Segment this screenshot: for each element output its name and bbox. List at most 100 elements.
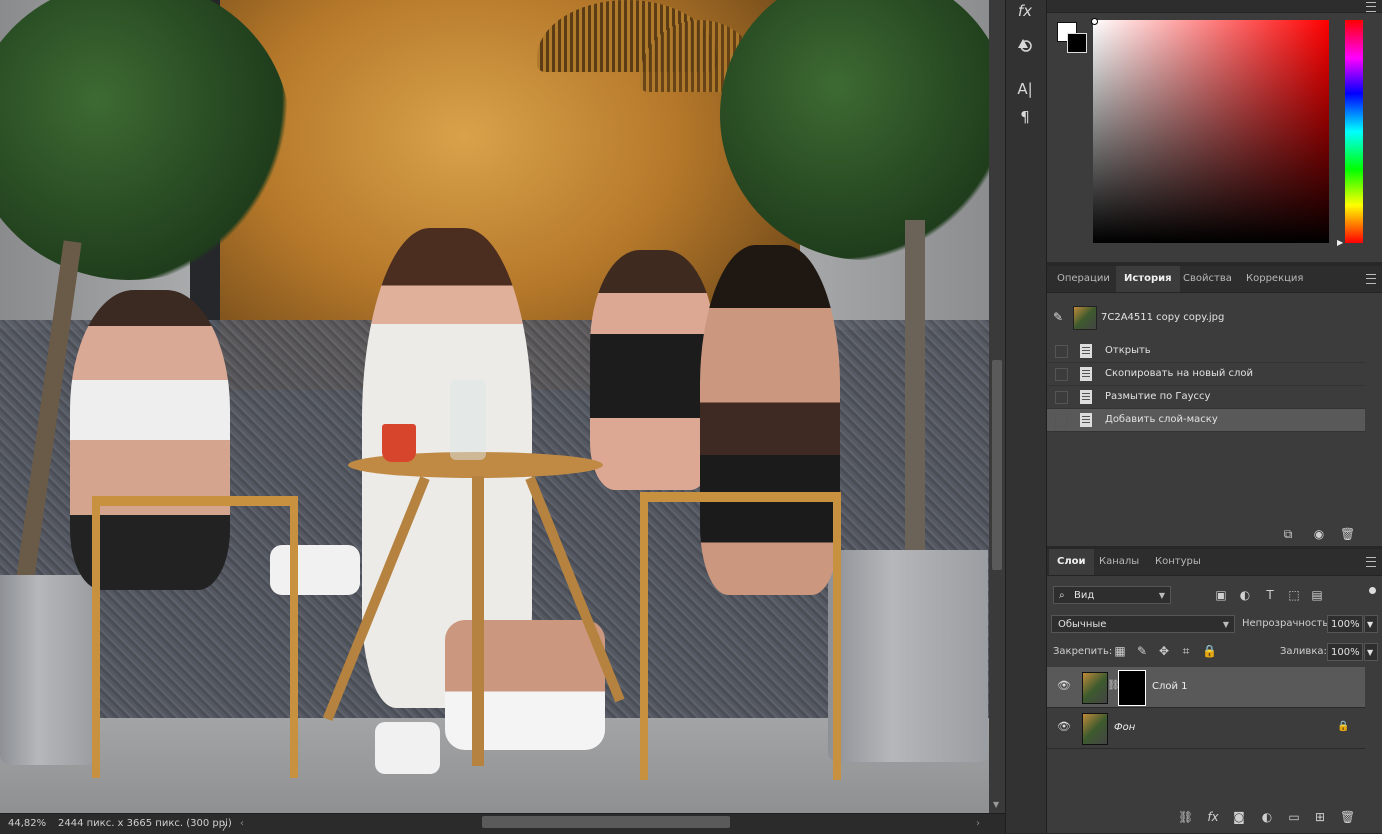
snapshot-name[interactable]: 7C2A4511 copy copy.jpg	[1101, 312, 1224, 323]
photo-drink	[382, 424, 416, 462]
tab-paths[interactable]: Контуры	[1147, 549, 1209, 575]
saturation-value-field[interactable]	[1093, 20, 1329, 243]
new-group-folder-icon[interactable]: ▭	[1287, 810, 1301, 824]
snapshot-thumbnail[interactable]	[1073, 306, 1097, 330]
hue-slider-handle-icon[interactable]: ▶	[1337, 238, 1343, 247]
layers-panel-tabs: Слои Каналы Контуры	[1047, 549, 1382, 576]
color-panel-menu-icon[interactable]	[1366, 2, 1376, 12]
filter-type-icon[interactable]: T	[1263, 588, 1277, 602]
zoom-level[interactable]: 44,82%	[8, 818, 46, 829]
photo-sneaker	[375, 722, 440, 774]
document-icon	[1080, 413, 1092, 427]
lock-brush-icon[interactable]: ✎	[1135, 644, 1149, 658]
photo-trunk-right	[905, 220, 925, 560]
photo-vase	[450, 380, 486, 460]
history-step-label: Скопировать на новый слой	[1105, 368, 1254, 379]
tab-adjustments[interactable]: Коррекция	[1238, 266, 1311, 292]
new-document-from-state-icon[interactable]: ⧉	[1281, 527, 1295, 541]
trash-icon[interactable]: 🗑	[1340, 810, 1355, 824]
tab-actions[interactable]: Операции	[1049, 266, 1118, 292]
document-canvas[interactable]	[0, 0, 989, 813]
opacity-input[interactable]: 100%	[1327, 615, 1363, 633]
link-layers-icon[interactable]: ⛓	[1178, 810, 1193, 824]
photo-person-3	[590, 250, 715, 490]
tab-layers[interactable]: Слои	[1049, 549, 1094, 575]
history-panel-menu-icon[interactable]	[1366, 274, 1376, 284]
photo-table-leg	[472, 476, 484, 766]
document-icon	[1080, 390, 1092, 404]
history-step[interactable]: Открыть	[1047, 340, 1365, 363]
background-color-swatch[interactable]	[1067, 33, 1087, 53]
new-layer-icon[interactable]: ⊞	[1313, 810, 1327, 824]
history-step-label: Добавить слой-маску	[1105, 414, 1218, 425]
trash-icon[interactable]: 🗑	[1340, 527, 1355, 541]
photo-pot-left	[0, 575, 95, 765]
fill-dropdown-icon[interactable]: ▼	[1364, 643, 1378, 661]
eye-visibility-icon[interactable]: 👁	[1057, 680, 1071, 692]
lock-icon[interactable]: 🔒	[1337, 721, 1349, 732]
layer-thumbnail[interactable]	[1082, 672, 1108, 704]
lock-artboard-icon[interactable]: ⌗	[1179, 644, 1193, 658]
history-step-selected[interactable]: Добавить слой-маску	[1047, 409, 1365, 432]
add-mask-icon[interactable]: ◙	[1232, 810, 1246, 824]
filter-smart-object-icon[interactable]: ▤	[1310, 588, 1324, 602]
tab-properties[interactable]: Свойства	[1175, 266, 1240, 292]
status-menu-arrow-icon[interactable]: 〉	[222, 818, 232, 833]
lock-move-icon[interactable]: ✥	[1157, 644, 1171, 658]
color-picker-marker[interactable]	[1091, 18, 1098, 25]
history-step-checkbox[interactable]	[1055, 391, 1068, 404]
filter-toggle-icon[interactable]	[1369, 587, 1376, 594]
document-info: 2444 пикс. x 3665 пикс. (300 ppi)	[58, 818, 232, 829]
layer-filter-select[interactable]: ⌕ Вид ▼	[1053, 586, 1171, 604]
history-step-checkbox[interactable]	[1055, 414, 1068, 427]
fill-input[interactable]: 100%	[1327, 643, 1363, 661]
scroll-down-icon[interactable]: ▼	[993, 800, 999, 809]
lock-all-icon[interactable]: 🔒	[1202, 644, 1217, 658]
styles-fx-icon[interactable]: fx	[1012, 0, 1038, 22]
camera-snapshot-icon[interactable]: ◉	[1312, 527, 1326, 541]
layer-thumbnail[interactable]	[1082, 713, 1108, 745]
search-icon: ⌕	[1059, 590, 1065, 601]
layer-row-layer-1[interactable]: 👁 ⛓ Слой 1	[1047, 667, 1365, 708]
layer-style-fx-icon[interactable]: fx	[1206, 810, 1220, 824]
document-icon	[1080, 344, 1092, 358]
scroll-right-icon[interactable]: ›	[976, 818, 980, 829]
layer-name[interactable]: Фон	[1114, 722, 1135, 733]
horizontal-scroll-thumb[interactable]	[482, 816, 730, 828]
hue-slider[interactable]	[1345, 20, 1363, 243]
history-brush-source-icon[interactable]: ✎	[1053, 310, 1069, 326]
fill-label: Заливка:	[1280, 646, 1327, 657]
blend-mode-value: Обычные	[1058, 619, 1107, 630]
shape-tool-icon[interactable]	[1012, 36, 1038, 58]
history-step-checkbox[interactable]	[1055, 345, 1068, 358]
lock-transparent-icon[interactable]: ▦	[1113, 644, 1127, 658]
history-step[interactable]: Скопировать на новый слой	[1047, 363, 1365, 386]
history-step-checkbox[interactable]	[1055, 368, 1068, 381]
lock-label: Закрепить:	[1053, 646, 1113, 657]
blend-mode-select[interactable]: Обычные ▼	[1051, 615, 1235, 633]
filter-shape-icon[interactable]: ⬚	[1287, 588, 1301, 602]
filter-pixel-icon[interactable]: ▣	[1214, 588, 1228, 602]
color-panel: ▶	[1047, 0, 1382, 262]
layers-panel-menu-icon[interactable]	[1366, 557, 1376, 567]
history-panel: Операции История Свойства Коррекция ✎ 7C…	[1047, 266, 1382, 546]
opacity-dropdown-icon[interactable]: ▼	[1364, 615, 1378, 633]
vertical-scroll-thumb[interactable]	[992, 360, 1002, 570]
tab-history[interactable]: История	[1116, 266, 1180, 292]
layer-name[interactable]: Слой 1	[1152, 681, 1188, 692]
filter-adjustment-icon[interactable]: ◐	[1238, 588, 1252, 602]
photo-legs	[445, 620, 605, 750]
color-panel-tabs	[1047, 0, 1382, 13]
paragraph-panel-icon[interactable]: ¶	[1012, 106, 1038, 128]
adjustment-layer-icon[interactable]: ◐	[1260, 810, 1274, 824]
history-panel-tabs: Операции История Свойства Коррекция	[1047, 266, 1382, 293]
history-step[interactable]: Размытие по Гауссу	[1047, 386, 1365, 409]
character-panel-icon[interactable]: A|	[1012, 78, 1038, 100]
history-step-label: Размытие по Гауссу	[1105, 391, 1211, 402]
tab-channels[interactable]: Каналы	[1091, 549, 1147, 575]
layer-row-background[interactable]: 👁 Фон 🔒	[1047, 708, 1365, 749]
eye-visibility-icon[interactable]: 👁	[1057, 721, 1071, 733]
scroll-left-icon[interactable]: ‹	[240, 818, 244, 829]
layer-mask-thumbnail[interactable]	[1118, 670, 1146, 706]
document-icon	[1080, 367, 1092, 381]
